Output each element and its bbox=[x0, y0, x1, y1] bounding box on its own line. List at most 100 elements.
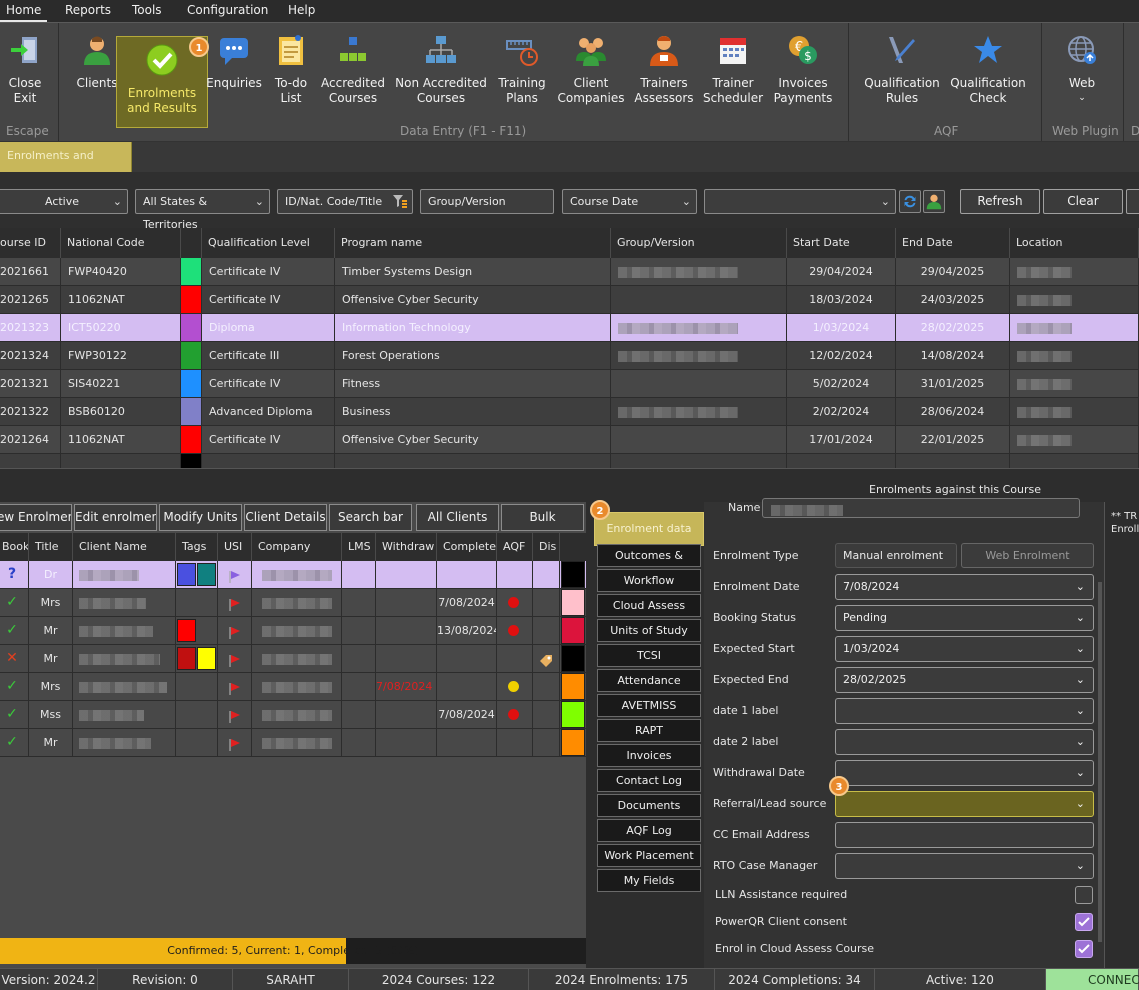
tab-avetmiss[interactable]: AVETMISS bbox=[597, 694, 701, 717]
tab-units-of-study[interactable]: Units of Study bbox=[597, 619, 701, 642]
col-withdraw[interactable]: Withdraw bbox=[376, 533, 437, 561]
col-start-date[interactable]: Start Date bbox=[787, 228, 896, 258]
col-complete[interactable]: Complete bbox=[437, 533, 497, 561]
trainers-assessors-button[interactable]: Trainers Assessors bbox=[634, 33, 694, 121]
chevron-down-icon[interactable]: ⌄ bbox=[1076, 730, 1085, 754]
enrolment-row[interactable]: ✓ Mr bbox=[0, 729, 586, 757]
web-enrolment-button[interactable]: Web Enrolment bbox=[961, 543, 1094, 568]
tab-aqf-log[interactable]: AQF Log bbox=[597, 819, 701, 842]
edit-enrolment-button[interactable]: Edit enrolment bbox=[74, 504, 157, 531]
col-course-id[interactable]: ourse ID bbox=[0, 228, 61, 258]
tab-enrolments-results[interactable]: Enrolments and Results bbox=[0, 142, 132, 190]
col-dis[interactable]: Dis bbox=[533, 533, 560, 561]
menu-configuration[interactable]: Configuration bbox=[181, 0, 274, 22]
date-range-dropdown[interactable]: ⌄ bbox=[704, 189, 896, 214]
menu-help[interactable]: Help bbox=[282, 0, 321, 22]
course-row[interactable]: 2021321 SIS40221 Certificate IV Fitness 5/02… bbox=[0, 370, 1139, 398]
states-filter-dropdown[interactable]: All States & Territories ⌄ bbox=[135, 189, 270, 231]
col-program-name[interactable]: Program name bbox=[335, 228, 611, 258]
client-companies-button[interactable]: Client Companies bbox=[558, 33, 624, 121]
close-exit-button[interactable]: Close Exit bbox=[0, 33, 50, 121]
col-usi[interactable]: USI bbox=[218, 533, 252, 561]
col-location[interactable]: Location bbox=[1010, 228, 1139, 258]
col-title[interactable]: Title bbox=[29, 533, 73, 561]
client-filter-button[interactable] bbox=[923, 190, 945, 213]
non-accredited-courses-button[interactable]: Non Accredited Courses bbox=[395, 33, 487, 121]
enrolment-type-value[interactable]: Manual enrolment bbox=[835, 543, 957, 568]
col-company[interactable]: Company bbox=[252, 533, 342, 561]
enrolment-row[interactable]: ✓ Mrs 7/08/2024 bbox=[0, 589, 586, 617]
tab-invoices[interactable]: Invoices bbox=[597, 744, 701, 767]
qualification-rules-button[interactable]: Qualification Rules bbox=[864, 33, 940, 121]
chevron-down-icon[interactable]: ⌄ bbox=[1076, 761, 1085, 785]
date-2-label-field[interactable]: ⌄ bbox=[835, 729, 1094, 755]
menu-reports[interactable]: Reports bbox=[59, 0, 117, 22]
chevron-down-icon[interactable]: ⌄ bbox=[1076, 606, 1085, 630]
enrol-in-cloud-assess-course-checkbox[interactable] bbox=[1075, 940, 1093, 958]
enrolment-row[interactable]: ✓ Mrs 7/08/2024 bbox=[0, 673, 586, 701]
modify-units-button[interactable]: Modify Units bbox=[159, 504, 242, 531]
qualification-check-button[interactable]: Qualification Check bbox=[950, 33, 1026, 121]
lln-assistance-required-checkbox[interactable] bbox=[1075, 886, 1093, 904]
col-aqf[interactable]: AQF bbox=[497, 533, 533, 561]
date-1-label-field[interactable]: ⌄ bbox=[835, 698, 1094, 724]
tab-outcomes-dates[interactable]: Outcomes & Dates bbox=[597, 544, 701, 583]
referral-lead-source-field[interactable]: ⌄ bbox=[835, 791, 1094, 817]
todo-list-button[interactable]: To-do List bbox=[268, 33, 314, 121]
course-row[interactable] bbox=[0, 454, 1139, 468]
cc-email-address-field[interactable] bbox=[835, 822, 1094, 848]
refresh-button[interactable]: Refresh bbox=[960, 189, 1040, 214]
tab-documents[interactable]: Documents bbox=[597, 794, 701, 817]
tab-cloud-assess[interactable]: Cloud Assess bbox=[597, 594, 701, 617]
enrolment-row[interactable]: ? Dr bbox=[0, 561, 586, 589]
accredited-courses-button[interactable]: Accredited Courses bbox=[320, 33, 386, 121]
chevron-down-icon[interactable]: ⌄ bbox=[1076, 637, 1085, 661]
tab-tcsi[interactable]: TCSI bbox=[597, 644, 701, 667]
menu-tools[interactable]: Tools bbox=[126, 0, 168, 22]
extra-filter-button[interactable] bbox=[1126, 189, 1139, 214]
col-end-date[interactable]: End Date bbox=[896, 228, 1010, 258]
course-row[interactable]: 2021324 FWP30122 Certificate III Forest Ope… bbox=[0, 342, 1139, 370]
client-details-button[interactable]: Client Details bbox=[244, 504, 327, 531]
chevron-down-icon[interactable]: ⌄ bbox=[1076, 854, 1085, 878]
enrolment-row[interactable]: ✕ Mr bbox=[0, 645, 586, 673]
trainer-scheduler-button[interactable]: Trainer Scheduler bbox=[703, 33, 763, 121]
chevron-down-icon[interactable]: ⌄ bbox=[1076, 575, 1085, 599]
search-bar-button[interactable]: Search bar bbox=[329, 504, 412, 531]
chevron-down-icon[interactable]: ⌄ bbox=[1076, 699, 1085, 723]
course-row[interactable]: 2021661 FWP40420 Certificate IV Timber Syst… bbox=[0, 258, 1139, 286]
enrolment-row[interactable]: ✓ Mr 13/08/2024 bbox=[0, 617, 586, 645]
booking-status-field[interactable]: Pending ⌄ bbox=[835, 605, 1094, 631]
withdrawal-date-field[interactable]: ⌄ bbox=[835, 760, 1094, 786]
col-qualification-level[interactable]: Qualification Level bbox=[202, 228, 335, 258]
bulk-button[interactable]: Bulk bbox=[501, 504, 584, 531]
sync-button[interactable] bbox=[899, 190, 921, 213]
tab-enrolment-data[interactable]: Enrolment data bbox=[594, 512, 704, 546]
tab-workflow[interactable]: Workflow bbox=[597, 569, 701, 592]
course-row[interactable]: 2021322 BSB60120 Advanced Diploma Business 2… bbox=[0, 398, 1139, 426]
menu-home[interactable]: Home bbox=[0, 0, 48, 22]
name-field[interactable] bbox=[762, 498, 1080, 518]
clear-button[interactable]: Clear bbox=[1043, 189, 1123, 214]
col-tags[interactable]: Tags bbox=[176, 533, 218, 561]
invoices-payments-button[interactable]: € $ Invoices Payments bbox=[772, 33, 834, 121]
training-plans-button[interactable]: Training Plans bbox=[495, 33, 549, 121]
clients-button[interactable]: Clients bbox=[74, 33, 120, 121]
date-field-dropdown[interactable]: Course Date ⌄ bbox=[562, 189, 697, 214]
tab-attendance[interactable]: Attendance bbox=[597, 669, 701, 692]
tab-rapt[interactable]: RAPT bbox=[597, 719, 701, 742]
course-row[interactable]: 2021264 11062NAT Certificate IV Offensive C… bbox=[0, 426, 1139, 454]
tab-work-placement[interactable]: Work Placement bbox=[597, 844, 701, 867]
col-client-name[interactable]: Client Name bbox=[73, 533, 176, 561]
tab-contact-log[interactable]: Contact Log bbox=[597, 769, 701, 792]
new-enrolment-button[interactable]: ew Enrolment bbox=[0, 504, 72, 531]
col-color[interactable] bbox=[181, 228, 202, 258]
enrolment-date-field[interactable]: 7/08/2024 ⌄ bbox=[835, 574, 1094, 600]
all-clients-button[interactable]: All Clients bbox=[416, 504, 499, 531]
col-national-code[interactable]: National Code bbox=[61, 228, 181, 258]
rto-case-manager-field[interactable]: ⌄ bbox=[835, 853, 1094, 879]
expected-start-field[interactable]: 1/03/2024 ⌄ bbox=[835, 636, 1094, 662]
chevron-down-icon[interactable]: ⌄ bbox=[1076, 668, 1085, 692]
col-group-version[interactable]: Group/Version bbox=[611, 228, 787, 258]
enrolment-row[interactable]: ✓ Mss 7/08/2024 bbox=[0, 701, 586, 729]
